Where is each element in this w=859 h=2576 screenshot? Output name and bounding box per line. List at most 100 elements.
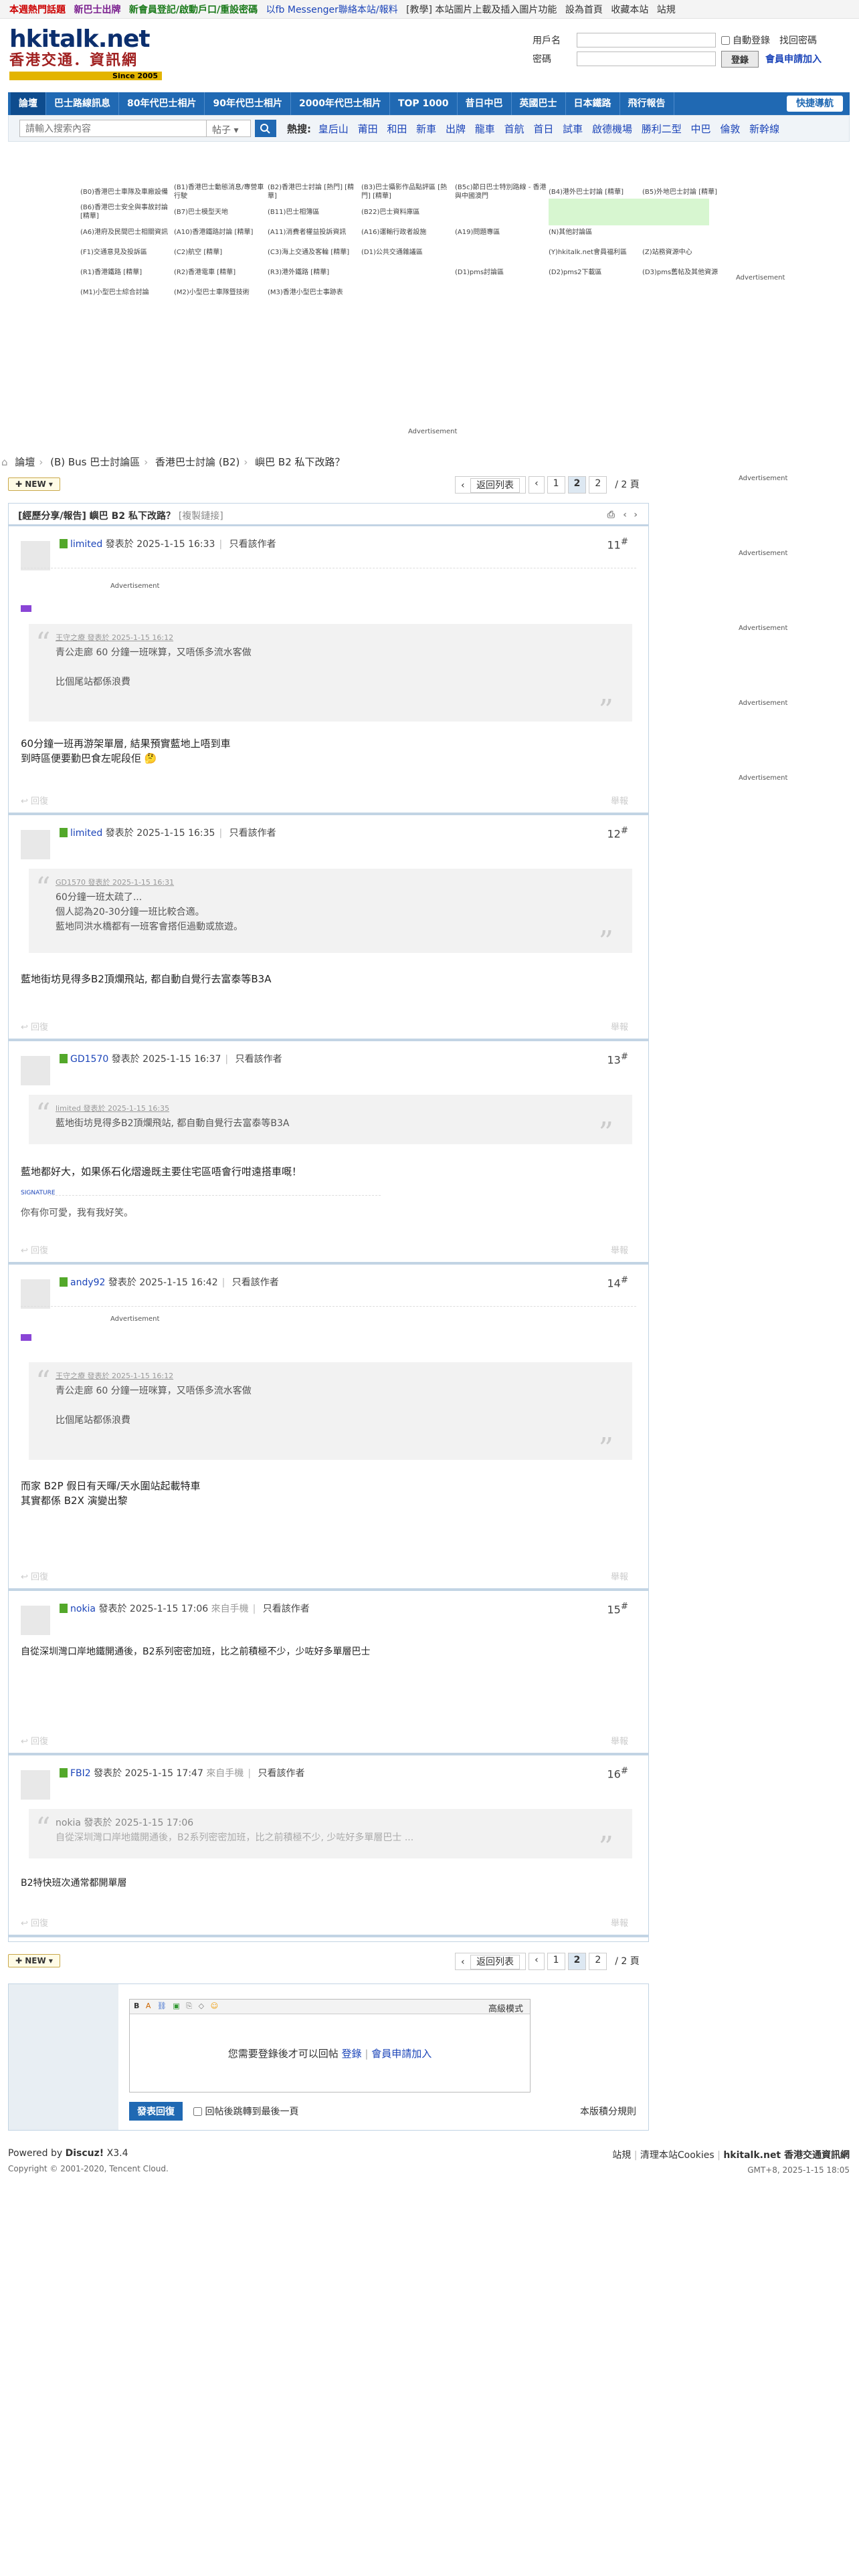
print-icon[interactable]: ⎙	[607, 510, 615, 520]
hot-search-item[interactable]: 莆田	[358, 123, 378, 135]
nav-forum[interactable]: 論壇	[11, 92, 46, 115]
link-bookmark[interactable]: 收藏本站	[611, 5, 648, 15]
forum-link[interactable]: (B1)香港巴士動態消息/專營車行駛	[174, 183, 268, 201]
hot-search-item[interactable]: 首日	[533, 123, 553, 135]
forum-link[interactable]: (A10)香港鐵路討論 [精華]	[174, 228, 268, 237]
forum-link[interactable]: (B2)香港巴士討論 [熱門] [精華]	[268, 183, 361, 201]
only-author-link[interactable]: 只看該作者	[229, 828, 276, 839]
post-author[interactable]: andy92	[70, 1277, 105, 1288]
search-input[interactable]	[19, 120, 207, 137]
post-number[interactable]: 12#	[607, 826, 628, 840]
forum-link[interactable]: (C3)海上交通及客輪 [精華]	[268, 248, 361, 257]
attachment-icon[interactable]: ⎘	[186, 2002, 192, 2010]
avatar[interactable]	[21, 1770, 50, 1800]
report-button[interactable]: 舉報	[611, 1916, 628, 1929]
bold-icon[interactable]: B	[134, 2002, 139, 2010]
forum-link[interactable]: (D2)pms2下載區	[549, 268, 642, 277]
post-number[interactable]: 13#	[607, 1052, 628, 1066]
avatar[interactable]	[21, 830, 50, 859]
forum-link[interactable]: (D1)pms討論區	[455, 268, 549, 277]
discuz-link[interactable]: Discuz!	[66, 2148, 104, 2159]
login-button[interactable]: 登錄	[721, 50, 759, 68]
auto-login-checkbox[interactable]	[721, 35, 730, 45]
post-author[interactable]: nokia	[70, 1604, 96, 1614]
link-register[interactable]: 新會員登記/啟動戶口/重設密碼	[129, 5, 258, 15]
reply-button[interactable]: ↩ 回復	[21, 1243, 48, 1256]
forum-link[interactable]: (Z)站務資源中心	[642, 248, 736, 257]
quote-header[interactable]: 王守之療 發表於 2025-1-15 16:12	[56, 631, 617, 645]
forum-link-highlighted[interactable]	[549, 199, 709, 225]
forum-link[interactable]: (A19)問題專區	[455, 228, 549, 237]
link-fb-messenger[interactable]: 以fb Messenger聯絡本站/報料	[266, 5, 398, 15]
forum-link[interactable]: (A6)港府及民間巴士相關資訊	[80, 228, 174, 237]
nav-90s-photos[interactable]: 90年代巴士相片	[205, 92, 291, 115]
next-thread-icon[interactable]: ›	[634, 510, 638, 520]
hot-search-item[interactable]: 中巴	[691, 123, 711, 135]
post-author[interactable]: FBI2	[70, 1768, 91, 1779]
forum-link[interactable]: (D1)公共交通雜議區	[361, 248, 455, 257]
report-button[interactable]: 舉報	[611, 794, 628, 807]
post-number[interactable]: 16#	[607, 1766, 628, 1780]
back-to-list-button[interactable]: ‹ 返回列表	[455, 1953, 527, 1970]
forum-link[interactable]: (C2)航空 [精華]	[174, 248, 268, 257]
avatar[interactable]	[21, 1606, 50, 1635]
breadcrumb-item[interactable]: 嶼巴 B2 私下改路？	[255, 456, 345, 468]
copy-link-button[interactable]: [複製鏈接]	[179, 511, 223, 522]
prev-page-button[interactable]: ‹	[529, 476, 545, 494]
nav-bus-routes[interactable]: 巴士路線訊息	[46, 92, 119, 115]
report-button[interactable]: 舉報	[611, 1243, 628, 1256]
reply-button[interactable]: ↩ 回復	[21, 1570, 48, 1582]
page-input[interactable]: 2	[589, 1953, 607, 1970]
font-color-icon[interactable]: A	[146, 2002, 151, 2010]
reply-button[interactable]: ↩ 回復	[21, 1734, 48, 1747]
link-set-homepage[interactable]: 設為首頁	[565, 5, 603, 15]
hot-search-item[interactable]: 龍車	[475, 123, 495, 135]
forum-link[interactable]: (M1)小型巴士綜合討論	[80, 288, 174, 297]
clear-cookies-link[interactable]: 清理本站Cookies	[640, 2150, 714, 2161]
password-input[interactable]	[577, 51, 716, 66]
nav-uk-bus[interactable]: 英國巴士	[512, 92, 566, 115]
reply-register-link[interactable]: 會員申請加入	[371, 2048, 432, 2060]
forum-link[interactable]: (B22)巴士資料庫區	[361, 208, 455, 217]
report-button[interactable]: 舉報	[611, 1570, 628, 1582]
hot-search-item[interactable]: 出牌	[446, 123, 466, 135]
breadcrumb-item[interactable]: 論壇	[15, 456, 35, 468]
forum-link[interactable]: (R1)香港鐵路 [精華]	[80, 268, 174, 277]
reply-login-link[interactable]: 登錄	[342, 2048, 362, 2060]
hot-search-item[interactable]: 啟德機場	[592, 123, 632, 135]
home-icon[interactable]: ⌂	[1, 456, 8, 468]
only-author-link[interactable]: 只看該作者	[229, 539, 276, 550]
only-author-link[interactable]: 只看該作者	[258, 1768, 304, 1779]
search-type-select[interactable]: 帖子 ▾	[207, 120, 251, 137]
forum-link[interactable]: (B11)巴士相簿區	[268, 208, 361, 217]
hot-search-item[interactable]: 皇后山	[318, 123, 349, 135]
link-hot-topics[interactable]: 本週熱門話題	[9, 5, 66, 15]
forum-link[interactable]: (A16)運輸行政者設施	[361, 228, 455, 237]
avatar[interactable]	[21, 1056, 50, 1085]
forum-link[interactable]: (B0)香港巴士車隊及車廠設備	[80, 188, 174, 197]
quick-nav-button[interactable]: 快捷導航	[787, 96, 843, 112]
page-link[interactable]: 1	[547, 476, 565, 494]
nav-80s-photos[interactable]: 80年代巴士相片	[119, 92, 205, 115]
forum-link[interactable]: (B5)外地巴士討論 [精華]	[642, 188, 736, 197]
avatar[interactable]	[21, 541, 50, 570]
breadcrumb-item[interactable]: 香港巴士討論 (B2)	[155, 456, 240, 468]
hot-search-item[interactable]: 新幹線	[749, 123, 779, 135]
nav-flight-report[interactable]: 飛行報告	[620, 92, 674, 115]
register-link[interactable]: 會員申請加入	[765, 52, 822, 66]
code-icon[interactable]: ◇	[199, 2002, 204, 2010]
page-link[interactable]: 1	[547, 1953, 565, 1970]
post-author[interactable]: GD1570	[70, 1054, 108, 1065]
prev-thread-icon[interactable]: ‹	[623, 510, 627, 520]
only-author-link[interactable]: 只看該作者	[232, 1277, 279, 1288]
avatar[interactable]	[21, 1279, 50, 1309]
reply-button[interactable]: ↩ 回復	[21, 1020, 48, 1033]
only-author-link[interactable]: 只看該作者	[235, 1054, 282, 1065]
quote-header[interactable]: 王守之療 發表於 2025-1-15 16:12	[56, 1369, 617, 1384]
nav-japan-rail[interactable]: 日本鐵路	[566, 92, 620, 115]
footer-rules-link[interactable]: 站規	[612, 2150, 631, 2161]
post-number[interactable]: 14#	[607, 1275, 628, 1289]
advanced-mode-link[interactable]: 高級模式	[488, 2002, 523, 2014]
forum-link[interactable]: (B7)巴士模型天地	[174, 208, 268, 217]
link-rules[interactable]: 站規	[657, 5, 676, 15]
